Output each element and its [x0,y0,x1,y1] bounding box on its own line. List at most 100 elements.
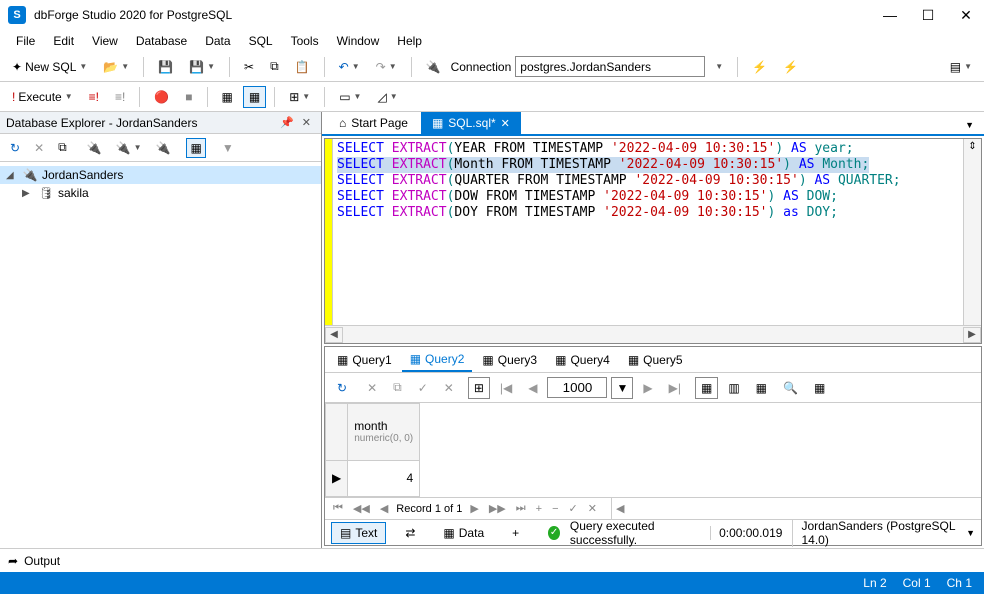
copy-button[interactable]: ⧉ [264,55,285,78]
page-size-input[interactable] [547,377,607,398]
menu-window[interactable]: Window [329,32,388,50]
cell-value[interactable]: 4 [348,460,420,496]
view-mode-button[interactable]: ▦ [186,138,205,158]
grid-refresh[interactable]: ↻ [331,377,353,399]
save-all-button[interactable]: 💾▼ [183,56,221,78]
stop-button[interactable]: ■ [179,86,198,108]
debug-button[interactable]: 🔴 [148,86,175,108]
nav-next-page[interactable]: ▶▶ [487,502,508,515]
exec-opt1[interactable]: ≡! [83,86,105,108]
query-tab-2[interactable]: ▦Query2 [402,348,473,372]
menu-help[interactable]: Help [389,32,430,50]
grid-copy[interactable]: ⧉ [387,376,408,399]
table-row[interactable]: ▶ 4 [326,460,420,496]
query-tab-1[interactable]: ▦Query1 [329,349,400,371]
minimize-button[interactable]: — [880,7,900,24]
status-dropdown[interactable]: ▼ [966,528,975,538]
clone-button[interactable]: ⧉ [54,137,71,158]
editor-area[interactable]: SELECT EXTRACT(YEAR FROM TIMESTAMP '2022… [325,139,981,325]
paste-button[interactable]: 📋 [289,56,316,78]
unplug-icon[interactable]: ⚡ [777,56,804,78]
output-icon[interactable]: ➦ [8,554,18,568]
plug3-button[interactable]: 🔌 [152,138,175,158]
plug1-button[interactable]: 🔌 [83,138,106,158]
delete-button[interactable]: ✕ [30,138,48,158]
menu-file[interactable]: File [8,32,43,50]
redo-button[interactable]: ↷▼ [370,56,403,78]
tree-connection[interactable]: ◢ 🔌 JordanSanders [0,166,321,184]
nav-prev-page[interactable]: ◀◀ [351,502,372,515]
connection-dropdown[interactable]: ▼ [709,58,729,75]
editor-hscroll[interactable]: ◀▶ [325,325,981,343]
export-button[interactable]: ▦ [808,377,831,399]
nav-first[interactable]: ⏮ [331,502,345,515]
page-next[interactable]: ▶ [637,377,658,399]
menu-view[interactable]: View [84,32,126,50]
page-last[interactable]: ▶| [663,377,687,399]
explorer-tree[interactable]: ◢ 🔌 JordanSanders ▶ 🛢 sakila [0,162,321,548]
database-explorer-panel: Database Explorer - JordanSanders 📌 ✕ ↻ … [0,112,322,548]
pin-icon[interactable]: 📌 [276,116,298,129]
view-grid[interactable]: ▦ [695,377,718,399]
data-tab[interactable]: ▦Data [434,522,493,544]
close-button[interactable]: ✕ [956,7,976,24]
page-prev[interactable]: ◀ [522,377,543,399]
plug2-button[interactable]: 🔌▼ [112,138,146,158]
tabs-dropdown[interactable]: ▼ [961,116,978,134]
plug-icon[interactable]: ⚡ [746,56,773,78]
query-tabs: ▦Query1▦Query2▦Query3▦Query4▦Query5 [325,347,981,373]
refresh-button[interactable]: ↻ [6,138,24,158]
query-tab-4[interactable]: ▦Query4 [547,349,618,371]
search-button[interactable]: 🔍 [777,377,804,399]
nav-next[interactable]: ▶ [468,502,480,515]
query-tab-5[interactable]: ▦Query5 [620,349,691,371]
tree-database[interactable]: ▶ 🛢 sakila [0,184,321,202]
nav-last[interactable]: ⏭ [514,502,528,515]
view-pivot[interactable]: ▦ [750,377,773,399]
editor-scrollbar[interactable]: ⇕ [963,139,981,325]
tools3-button[interactable]: ◿▼ [371,86,403,108]
filter-button[interactable]: ▼ [218,138,238,158]
cut-button[interactable]: ✂ [238,56,260,78]
menu-edit[interactable]: Edit [45,32,82,50]
layout-button[interactable]: ▤▼ [944,56,978,78]
connection-input[interactable] [515,56,705,77]
grid-area[interactable]: month numeric(0, 0) ▶ 4 [325,403,981,497]
grid-delete[interactable]: ✕ [361,377,383,399]
add-tab[interactable]: + [503,522,528,544]
mode1-button[interactable]: ▦ [216,86,239,108]
maximize-button[interactable]: ☐ [918,7,938,24]
nav-prev[interactable]: ◀ [378,502,390,515]
undo-button[interactable]: ↶▼ [333,56,366,78]
close-panel-icon[interactable]: ✕ [298,116,315,129]
grid-rollback[interactable]: ✕ [438,377,460,399]
save-button[interactable]: 💾 [152,56,179,78]
execute-button[interactable]: ! Execute ▼ [6,86,79,108]
grid-commit[interactable]: ✓ [412,377,434,399]
view-card[interactable]: ▥ [722,377,745,399]
text-tab[interactable]: ▤Text [331,522,386,544]
swap-button[interactable]: ⇄ [396,522,424,544]
code-editor[interactable]: SELECT EXTRACT(YEAR FROM TIMESTAMP '2022… [333,139,963,325]
tab-close-icon[interactable]: ✕ [501,117,510,130]
open-button[interactable]: 📂▼ [97,56,135,78]
exec-opt2[interactable]: ≡! [109,86,131,108]
tab-sql-file[interactable]: ▦ SQL.sql* ✕ [421,112,521,134]
menu-database[interactable]: Database [128,32,195,50]
tab-start-page[interactable]: ⌂ Start Page [328,112,419,134]
connection-icon[interactable]: 🔌 [420,56,447,78]
sparkle-icon: ✦ [12,60,22,74]
paging-button[interactable]: ⊞ [468,377,490,399]
menu-data[interactable]: Data [197,32,238,50]
menu-sql[interactable]: SQL [241,32,281,50]
new-sql-button[interactable]: ✦ New SQL ▼ [6,56,93,78]
menu-tools[interactable]: Tools [283,32,327,50]
col-header[interactable]: month numeric(0, 0) [348,404,420,461]
result-grid[interactable]: month numeric(0, 0) ▶ 4 [325,403,420,497]
output-label[interactable]: Output [24,554,60,568]
mode2-button[interactable]: ▦ [243,86,266,108]
query-tab-3[interactable]: ▦Query3 [474,349,545,371]
page-first[interactable]: |◀ [494,377,518,399]
tools1-button[interactable]: ⊞▼ [283,86,316,108]
tools2-button[interactable]: ▭▼ [333,86,367,108]
